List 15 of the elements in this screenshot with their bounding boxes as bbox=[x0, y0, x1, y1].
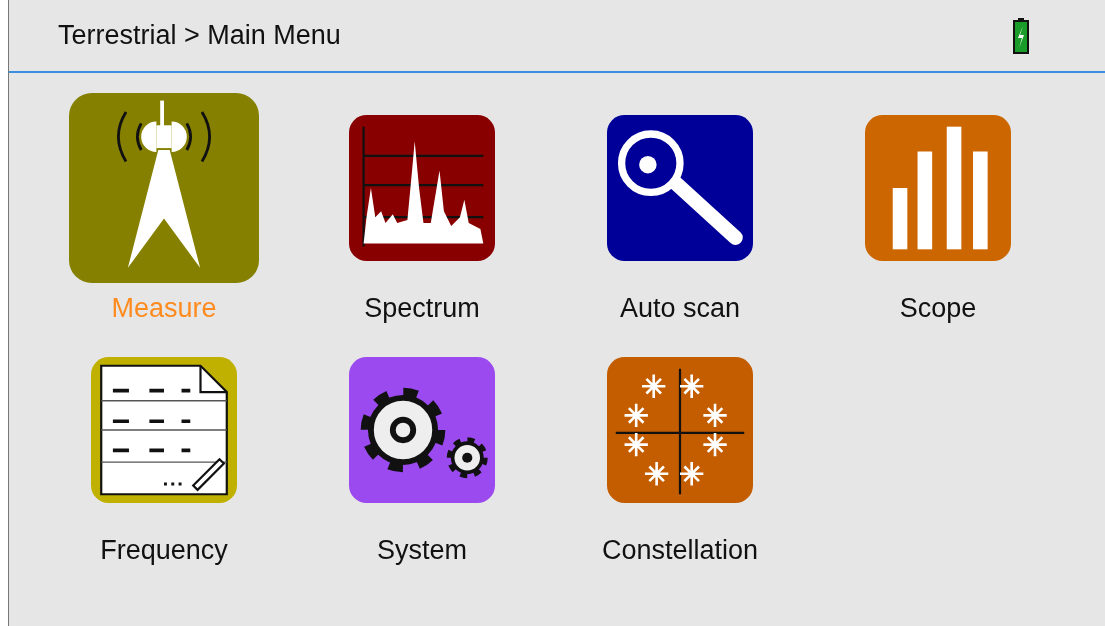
menu-tile[interactable]: Scope bbox=[809, 88, 1067, 330]
menu-tile[interactable]: Frequency bbox=[35, 330, 293, 572]
antenna-tower-icon bbox=[69, 93, 259, 283]
menu-tile[interactable]: Constellation bbox=[551, 330, 809, 572]
breadcrumb-title: Terrestrial > Main Menu bbox=[58, 20, 341, 51]
gears-icon bbox=[349, 357, 495, 503]
spectrum-chart-icon bbox=[349, 115, 495, 261]
document-icon bbox=[91, 357, 237, 503]
bar-chart-icon bbox=[865, 115, 1011, 261]
magnifier-icon bbox=[607, 115, 753, 261]
menu-tile[interactable]: Spectrum bbox=[293, 88, 551, 330]
constellation-icon bbox=[607, 357, 753, 503]
battery-icon bbox=[1013, 17, 1029, 54]
menu-tile[interactable]: System bbox=[293, 330, 551, 572]
menu-tile[interactable]: Auto scan bbox=[551, 88, 809, 330]
